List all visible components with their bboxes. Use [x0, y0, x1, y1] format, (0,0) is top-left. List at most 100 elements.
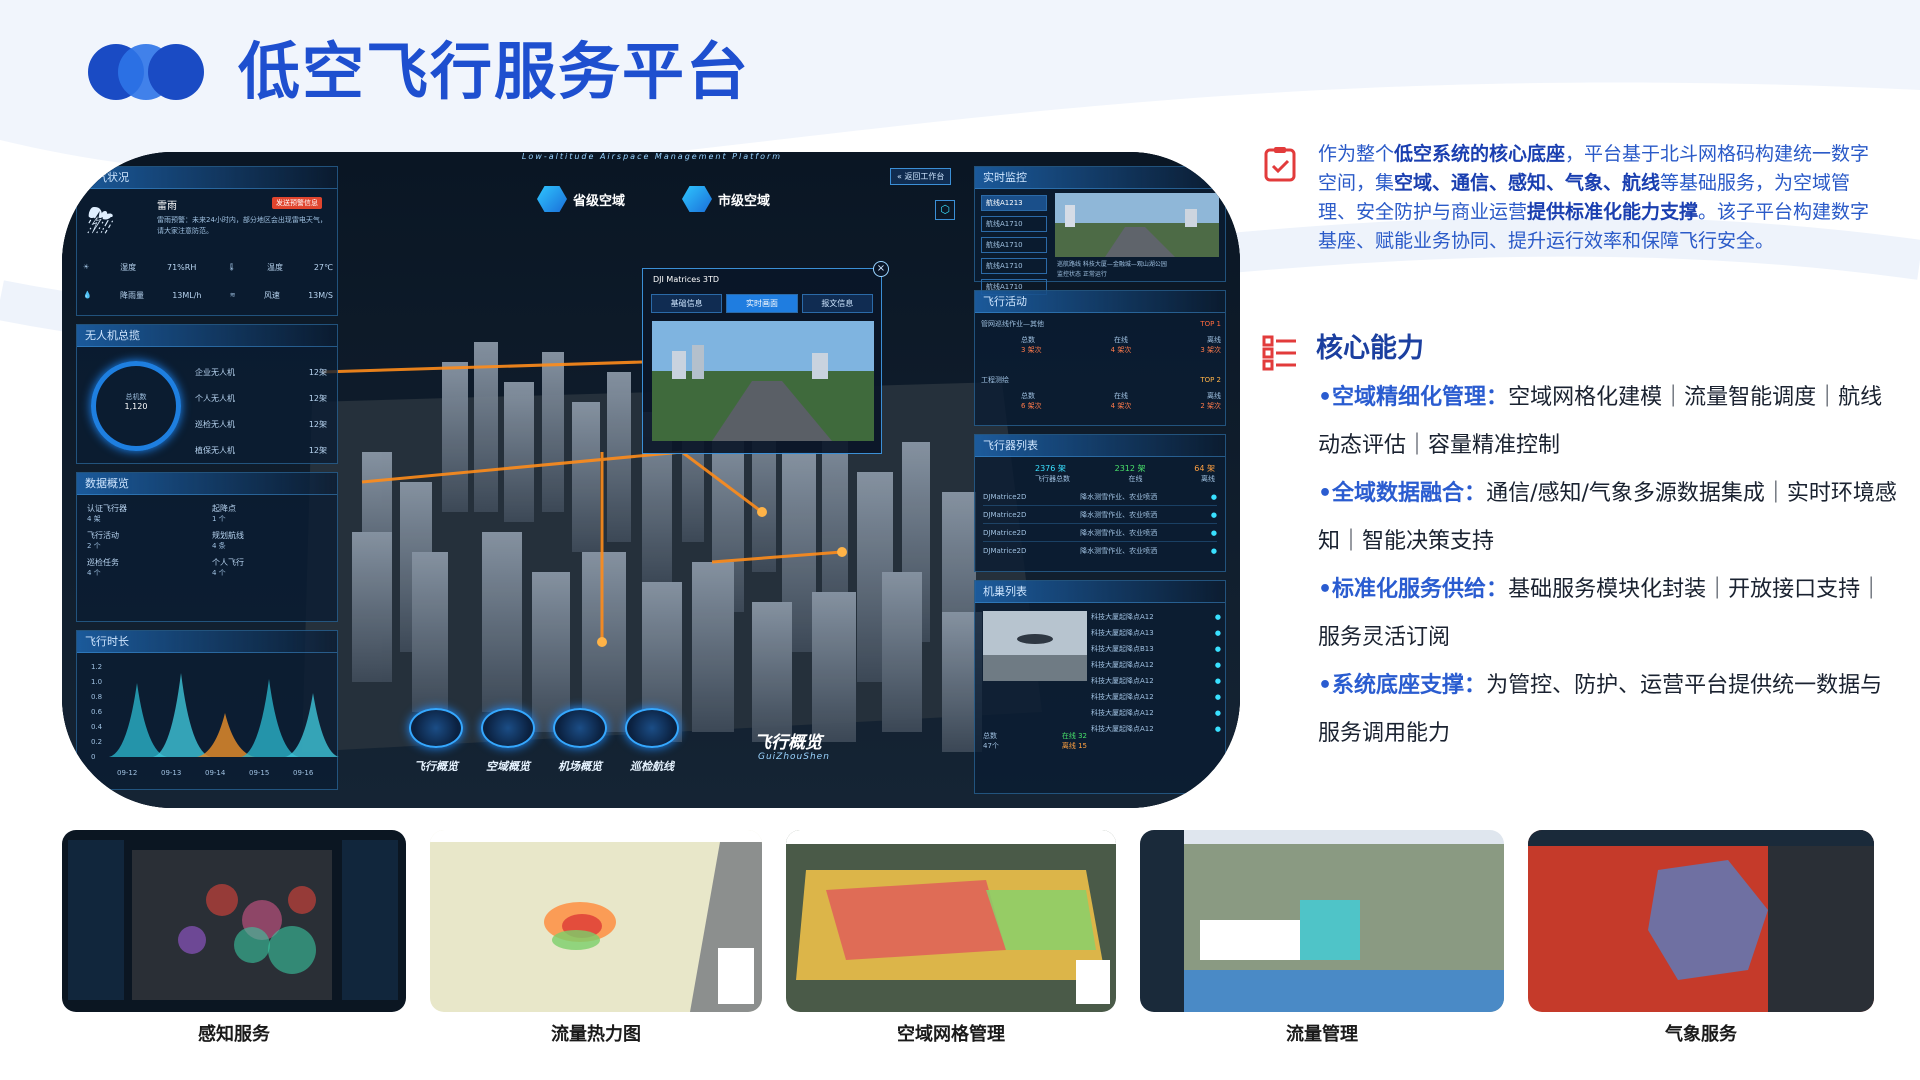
ability-item: •标准化服务供给：基础服务模块化封装｜开放接口支持｜服务灵活订阅 — [1318, 566, 1898, 662]
aircraft-online: 2312 架 — [1114, 464, 1146, 473]
aircraft-list-title: 飞行器列表 — [975, 435, 1225, 457]
activity-col-value: 4 架次 — [1110, 402, 1132, 410]
data-cell: 飞行活动 2 个 — [87, 530, 202, 551]
list-item[interactable]: 科技大厦起降点A12 ● — [1091, 609, 1221, 625]
list-item[interactable]: 科技大厦起降点A12 ● — [1091, 705, 1221, 721]
data-cell: 个人飞行 4 个 — [212, 557, 327, 578]
location-pin-icon: ● — [1210, 492, 1217, 501]
ability-key: •标准化服务供给： — [1318, 577, 1509, 602]
nav-airspace-overview[interactable]: 空域概览 — [476, 708, 540, 774]
table-row[interactable]: DJMatrice2D 降水测雪作业、农业喷洒 ● — [983, 506, 1217, 524]
send-alert-button[interactable]: 发送预警信息 — [272, 197, 322, 209]
data-cell: 巡检任务 4 个 — [87, 557, 202, 578]
route-item[interactable]: 航线A1710 — [981, 237, 1047, 253]
rainfall-icon: 💧 — [83, 291, 92, 299]
table-row[interactable]: DJMatrice2D 降水测雪作业、农业喷洒 ● — [983, 488, 1217, 506]
popup-tabs: 基础信息 实时画面 报文信息 — [643, 290, 881, 317]
activity-name: 工程测绘 — [981, 376, 1009, 384]
thumb-perception-service[interactable] — [62, 830, 406, 1012]
y-tick: 0.2 — [91, 738, 102, 746]
flight-activity-panel: 飞行活动 管网巡线作业—其他 TOP 1 总数 在线 离线 3 架次 4 架次 3 架次 … — [974, 290, 1226, 426]
uav-overview-panel: 无人机总揽 总机数 1,120 企业无人机 12架 个人无人机 12架 巡检无人机 1… — [76, 324, 338, 464]
province-airspace-label: 省级空域 — [573, 193, 626, 209]
airspace-grid-preview — [786, 830, 1116, 1012]
data-overview-grid: 认证飞行器 4 架 起降点 1 个 飞行活动 2 个 规划航线 4 条 巡检任务 4 个 … — [77, 495, 337, 586]
aircraft-model: DJMatrice2D — [983, 528, 1027, 537]
hangar-name: 科技大厦起降点A12 — [1091, 613, 1154, 621]
list-item[interactable]: 科技大厦起降点A12 ● — [1091, 721, 1221, 737]
route-item[interactable]: 航线A1213 — [981, 195, 1047, 211]
nav-inspection-route[interactable]: 巡检航线 — [620, 708, 684, 774]
list-item[interactable]: 科技大厦起降点B13 ● — [1091, 641, 1221, 657]
aircraft-total: 2376 架 — [1035, 464, 1066, 473]
paper-plane-icon — [409, 708, 463, 748]
flight-overview-heading: 飞行概览 — [754, 733, 822, 753]
list-item[interactable]: 科技大厦起降点A13 ● — [1091, 625, 1221, 641]
data-cell-label: 飞行活动 — [87, 531, 119, 540]
return-workbench-label: 返回工作台 — [904, 172, 945, 181]
uav-type-label: 个人无人机 — [195, 393, 235, 403]
uav-type-value: 12架 — [308, 445, 327, 455]
intro-highlight: 低空系统的核心底座 — [1394, 143, 1566, 165]
y-tick: 0.6 — [91, 708, 103, 716]
return-workbench-button[interactable]: « 返回工作台 — [890, 168, 952, 185]
weather-condition: 雷雨 — [157, 201, 177, 212]
hangar-photo — [983, 611, 1087, 681]
helipad-icon — [553, 708, 607, 748]
x-tick: 09-16 — [293, 769, 314, 777]
activity-rank: TOP 2 — [1200, 376, 1221, 384]
ability-item: •全域数据融合：通信/感知/气象多源数据集成｜实时环境感知｜智能决策支持 — [1318, 470, 1898, 566]
thumb-traffic-heatmap[interactable] — [430, 830, 762, 1012]
tab-live-view[interactable]: 实时画面 — [726, 294, 798, 313]
monitor-route: 巡航路线 科技大厦—金融城—观山湖公园 — [1057, 261, 1167, 268]
list-item[interactable]: 科技大厦起降点A12 ● — [1091, 689, 1221, 705]
thumb-weather-service[interactable] — [1528, 830, 1874, 1012]
route-item[interactable]: 航线A1710 — [981, 216, 1047, 232]
location-pin-icon: ● — [1214, 629, 1221, 637]
activity-item[interactable]: 管网巡线作业—其他 TOP 1 总数 在线 离线 3 架次 4 架次 3 架次 — [981, 319, 1221, 355]
activity-rank: TOP 1 — [1200, 320, 1221, 328]
ability-item: •系统底座支撑：为管控、防护、运营平台提供统一数据与服务调用能力 — [1318, 662, 1898, 758]
activity-item[interactable]: 工程测绘 TOP 2 总数 在线 离线 6 架次 4 架次 2 架次 — [981, 375, 1221, 411]
thumb-airspace-grid[interactable] — [786, 830, 1116, 1012]
table-row[interactable]: DJMatrice2D 降水测雪作业、农业喷洒 ● — [983, 542, 1217, 560]
route-item[interactable]: 航线A1710 — [981, 258, 1047, 274]
thumb-label: 气象服务 — [1665, 1024, 1737, 1045]
flight-duration-panel: 飞行时长 1.2 1.0 0.8 0.6 0.4 0.2 0 09-12 09-… — [76, 630, 339, 790]
data-cell-value: 1 个 — [212, 515, 226, 523]
uav-type-label: 巡检无人机 — [195, 419, 235, 429]
province-airspace-button[interactable]: 省级空域 — [537, 186, 625, 212]
tab-basic-info[interactable]: 基础信息 — [651, 294, 723, 313]
location-pin-icon: ● — [1210, 547, 1217, 555]
nav-airport-overview[interactable]: 机场概览 — [548, 708, 612, 774]
thumb-label: 流量热力图 — [551, 1024, 641, 1045]
x-tick: 09-12 — [117, 769, 137, 777]
close-icon[interactable]: × — [873, 261, 889, 277]
table-row[interactable]: DJMatrice2D 降水测雪作业、农业喷洒 ● — [983, 524, 1217, 542]
intro-highlight: 空域、通信、感知、气象、航线 — [1394, 172, 1661, 194]
hangar-name: 科技大厦起降点B13 — [1091, 645, 1154, 653]
hangar-name: 科技大厦起降点A12 — [1091, 661, 1154, 669]
city-airspace-button[interactable]: 市级空域 — [682, 186, 770, 212]
flight-duration-title: 飞行时长 — [77, 631, 337, 653]
aircraft-model: DJMatrice2D — [983, 492, 1027, 501]
cube-view-icon[interactable]: ⬡ — [935, 200, 955, 220]
hangar-offline: 离线 15 — [1061, 742, 1087, 750]
tab-message-info[interactable]: 报文信息 — [801, 294, 873, 313]
duration-peak — [153, 673, 211, 757]
hangar-name: 科技大厦起降点A12 — [1091, 709, 1154, 717]
checklist-icon — [1264, 147, 1296, 182]
location-pin-icon: ● — [1214, 725, 1221, 733]
thumb-traffic-management[interactable] — [1140, 830, 1504, 1012]
weather-panel-title: 天气状况 — [77, 167, 337, 189]
y-tick: 1.2 — [91, 663, 102, 671]
aircraft-model: DJMatrice2D — [983, 547, 1027, 555]
page-title: 低空飞行服务平台 — [238, 35, 751, 108]
nav-label: 空域概览 — [486, 760, 530, 773]
nav-flight-overview[interactable]: 飞行概览 — [404, 708, 468, 774]
location-pin-icon: ● — [1214, 613, 1221, 621]
list-item[interactable]: 科技大厦起降点A12 ● — [1091, 657, 1221, 673]
list-item[interactable]: 科技大厦起降点A12 ● — [1091, 673, 1221, 689]
core-abilities-title: 核心能力 — [1316, 333, 1424, 364]
aircraft-summary-labels: 飞行器总数 在线 离线 — [975, 474, 1225, 488]
